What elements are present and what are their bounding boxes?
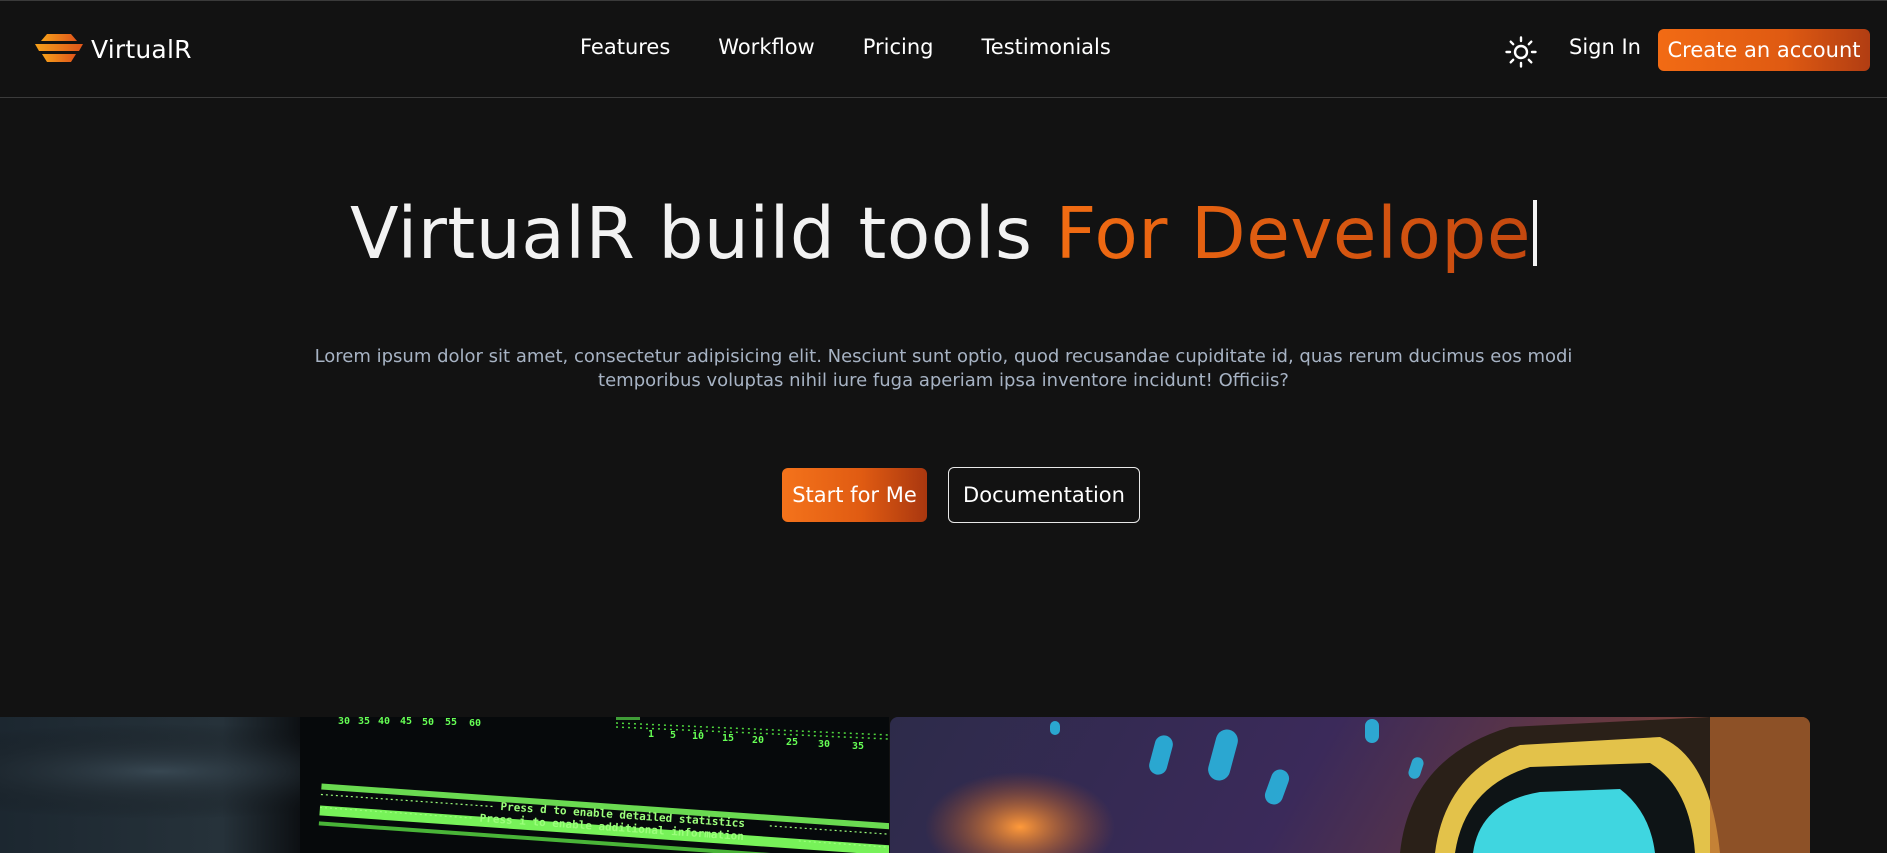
terminal-tick: 55 [445,717,457,728]
terminal-tick: 35 [358,717,370,727]
hero-title: VirtualR build tools For Develope [0,192,1887,275]
site-header: VirtualR Features Workflow Pricing Testi… [0,1,1887,98]
terminal-tick: 20 [752,735,764,746]
brand-logo[interactable]: VirtualR [33,31,192,67]
terminal-tick: 50 [422,717,434,728]
terminal-image: 30 35 40 45 50 55 60 1 5 10 15 20 25 30 … [0,717,889,853]
terminal-tick: 35 [852,741,864,752]
hero-title-accent: For Develope [1055,192,1532,275]
terminal-tick: 30 [818,739,830,750]
terminal-tick: 45 [400,717,412,727]
nav-link-pricing[interactable]: Pricing [863,35,934,59]
start-button[interactable]: Start for Me [782,468,927,522]
logo-icon [35,34,83,62]
typing-cursor [1533,200,1538,266]
documentation-button[interactable]: Documentation [948,467,1140,523]
sign-in-link[interactable]: Sign In [1569,35,1641,59]
sun-icon [1505,36,1537,68]
terminal-tick: 25 [786,737,798,748]
terminal-illustration: 30 35 40 45 50 55 60 1 5 10 15 20 25 30 … [0,717,889,853]
hero-description: Lorem ipsum dolor sit amet, consectetur … [314,346,1573,391]
nav-link-workflow[interactable]: Workflow [718,35,814,59]
terminal-tick: 40 [378,717,390,727]
vr-headset-image [890,717,1810,853]
hero-title-main: VirtualR build tools [349,192,1056,275]
terminal-tick: 10 [692,731,704,742]
terminal-tick: 60 [469,718,481,729]
main-nav: Features Workflow Pricing Testimonials [580,35,1111,59]
terminal-tick: 5 [670,730,676,741]
vr-illustration [925,717,1810,853]
brand-name: VirtualR [91,34,192,64]
terminal-tick: 15 [722,733,734,744]
nav-link-features[interactable]: Features [580,35,670,59]
create-account-button[interactable]: Create an account [1658,29,1870,71]
terminal-tick: 30 [338,717,350,727]
terminal-tick: 1 [648,729,654,740]
theme-toggle-button[interactable] [1504,35,1538,69]
nav-link-testimonials[interactable]: Testimonials [982,35,1111,59]
